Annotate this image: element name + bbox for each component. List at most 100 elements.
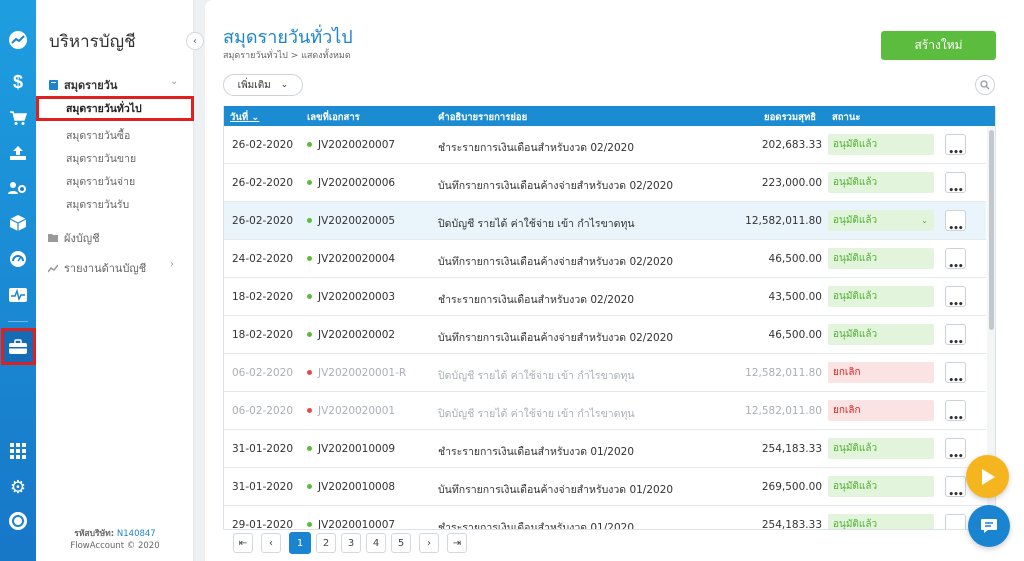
cart-icon[interactable] [0,103,36,133]
logo-icon[interactable] [0,506,36,536]
page-button[interactable]: 4 [366,533,386,553]
more-icon: ••• [948,262,963,272]
more-filter-dropdown[interactable]: เพิ่มเติม ⌄ [223,74,303,96]
chevron-right-icon: › [170,259,174,270]
sub-sidebar: บริหารบัญชี สมุดรายวัน ⌄ สมุดรายวันทั่วไ… [36,0,194,561]
chart-icon [48,263,58,273]
briefcase-icon[interactable] [0,332,36,362]
next-page-button[interactable]: › [419,533,439,553]
page-button[interactable]: 2 [316,533,336,553]
cell-doc-no[interactable]: JV2020010007 [307,519,395,529]
table-row[interactable]: 29-01-2020 JV2020010007 ชำระรายการเงินเดือ… [224,506,986,530]
play-icon [981,468,995,485]
trend-icon[interactable] [0,25,36,55]
sidebar-group-chart-of-accounts[interactable]: ผังบัญชี [48,229,100,247]
chevron-down-icon: ⌄ [921,216,928,225]
row-actions-button[interactable]: ••• [945,210,966,234]
table-row[interactable]: 26-02-2020 JV2020020007 ชำระรายการเงินเดือ… [224,126,986,164]
scrollbar-thumb[interactable] [989,130,994,330]
create-new-button[interactable]: สร้างใหม่ [881,31,996,60]
page-button[interactable]: 3 [341,533,361,553]
row-actions-button[interactable]: ••• [945,324,966,348]
row-actions-button[interactable]: ••• [945,438,966,462]
table-row[interactable]: 06-02-2020 JV2020020001 ปิดบัญชี รายได้ ค่… [224,392,986,430]
cell-doc-no[interactable]: JV2020020004 [307,253,395,265]
prev-page-button[interactable]: ‹ [261,533,281,553]
column-description[interactable]: คำอธิบายรายการย่อย [438,110,527,125]
status-badge: อนุมัติแล้ว [828,172,934,193]
cell-net-total: 46,500.00 [768,253,822,265]
pulse-icon[interactable] [0,280,36,310]
cell-date: 26-02-2020 [232,177,294,189]
sidebar-item-general-journal[interactable]: สมุดรายวันทั่วไป [36,96,194,121]
cell-description: ปิดบัญชี รายได้ ค่าใช้จ่าย เข้า กำไรขาดท… [438,370,635,382]
cell-doc-no[interactable]: JV2020010009 [307,443,395,455]
cell-doc-no[interactable]: JV2020020003 [307,291,395,303]
column-date[interactable]: วันที่ ⌄ [230,110,259,125]
cell-date: 26-02-2020 [232,139,294,151]
table-row[interactable]: 18-02-2020 JV2020020003 ชำระรายการเงินเดือ… [224,278,986,316]
column-doc-no[interactable]: เลขที่เอกสาร [307,110,360,125]
chevron-down-icon: ⌄ [170,76,179,87]
row-actions-button[interactable]: ••• [945,172,966,196]
more-icon: ••• [948,338,963,348]
cell-date: 31-01-2020 [232,443,294,455]
row-actions-button[interactable]: ••• [945,514,966,529]
table-row[interactable]: 24-02-2020 JV2020020004 บันทึกรายการเงินเด… [224,240,986,278]
sidebar-group-reports[interactable]: รายงานด้านบัญชี [48,259,146,277]
table-row[interactable]: 31-01-2020 JV2020010009 ชำระรายการเงินเดือ… [224,430,986,468]
grid-icon[interactable] [0,436,36,466]
cell-doc-no[interactable]: JV2020020005 [307,215,395,227]
last-page-button[interactable]: ⇥ [447,533,467,553]
table-row[interactable]: 06-02-2020 JV2020020001-R ปิดบัญชี รายได้ … [224,354,986,392]
sidebar-item-sales-journal[interactable]: สมุดรายวันขาย [66,150,136,167]
first-page-button[interactable]: ⇤ [233,533,253,553]
row-actions-button[interactable]: ••• [945,286,966,310]
row-actions-button[interactable]: ••• [945,134,966,158]
play-video-button[interactable] [966,455,1009,498]
sidebar-item-receipt-journal[interactable]: สมุดรายวันรับ [66,196,129,213]
cell-doc-no[interactable]: JV2020020001 [307,405,395,417]
chevron-left-icon: ‹ [193,35,197,47]
more-icon: ••• [948,300,963,310]
cell-doc-no[interactable]: JV2020020001-R [307,367,406,379]
column-status[interactable]: สถานะ [832,110,860,125]
page-button[interactable]: 1 [289,532,311,554]
icon-rail: $ ⚙ [0,0,36,561]
row-actions-button[interactable]: ••• [945,248,966,272]
dollar-icon[interactable]: $ [0,67,36,97]
company-code: รหัสบริษัท: N140847 [74,529,156,539]
upload-icon[interactable] [0,138,36,168]
status-badge[interactable]: อนุมัติแล้ว ⌄ [828,210,934,231]
row-actions-button[interactable]: ••• [945,362,966,386]
page-button[interactable]: 5 [391,533,411,553]
table-row[interactable]: 31-01-2020 JV2020010008 บันทึกรายการเงินเด… [224,468,986,506]
pagination: ⇤ ‹ 12345 › ⇥ [233,532,467,554]
cell-doc-no[interactable]: JV2020020006 [307,177,395,189]
search-button[interactable] [975,75,995,95]
row-actions-button[interactable]: ••• [945,476,966,500]
chat-button[interactable] [968,505,1010,547]
cell-doc-no[interactable]: JV2020020007 [307,139,395,151]
cell-doc-no[interactable]: JV2020010008 [307,481,395,493]
cell-net-total: 254,183.33 [761,519,822,530]
table-row[interactable]: 18-02-2020 JV2020020002 บันทึกรายการเงินเด… [224,316,986,354]
box-icon[interactable] [0,208,36,238]
status-dot [307,179,312,185]
cell-description: ชำระรายการเงินเดือนสำหรับงวด 01/2020 [438,446,634,458]
sidebar-group-journal[interactable]: สมุดรายวัน [48,76,117,94]
people-coins-icon[interactable] [0,173,36,203]
gauge-icon[interactable] [0,244,36,274]
table-row[interactable]: 26-02-2020 JV2020020006 บันทึกรายการเงินเด… [224,164,986,202]
sidebar-item-purchase-journal[interactable]: สมุดรายวันซื้อ [66,127,130,144]
sidebar-item-payment-journal[interactable]: สมุดรายวันจ่าย [66,173,135,190]
cell-doc-no[interactable]: JV2020020002 [307,329,395,341]
gear-icon[interactable]: ⚙ [0,472,36,502]
table-row[interactable]: 26-02-2020 JV2020020005 ปิดบัญชี รายได้ ค่… [224,202,986,240]
row-actions-button[interactable]: ••• [945,400,966,424]
collapse-sidebar-button[interactable]: ‹ [186,32,204,50]
folder-icon [48,233,58,243]
column-net-total[interactable]: ยอดรวมสุทธิ [764,110,816,125]
copyright: FlowAccount © 2020 [70,541,160,551]
status-badge: อนุมัติแล้ว [828,438,934,459]
